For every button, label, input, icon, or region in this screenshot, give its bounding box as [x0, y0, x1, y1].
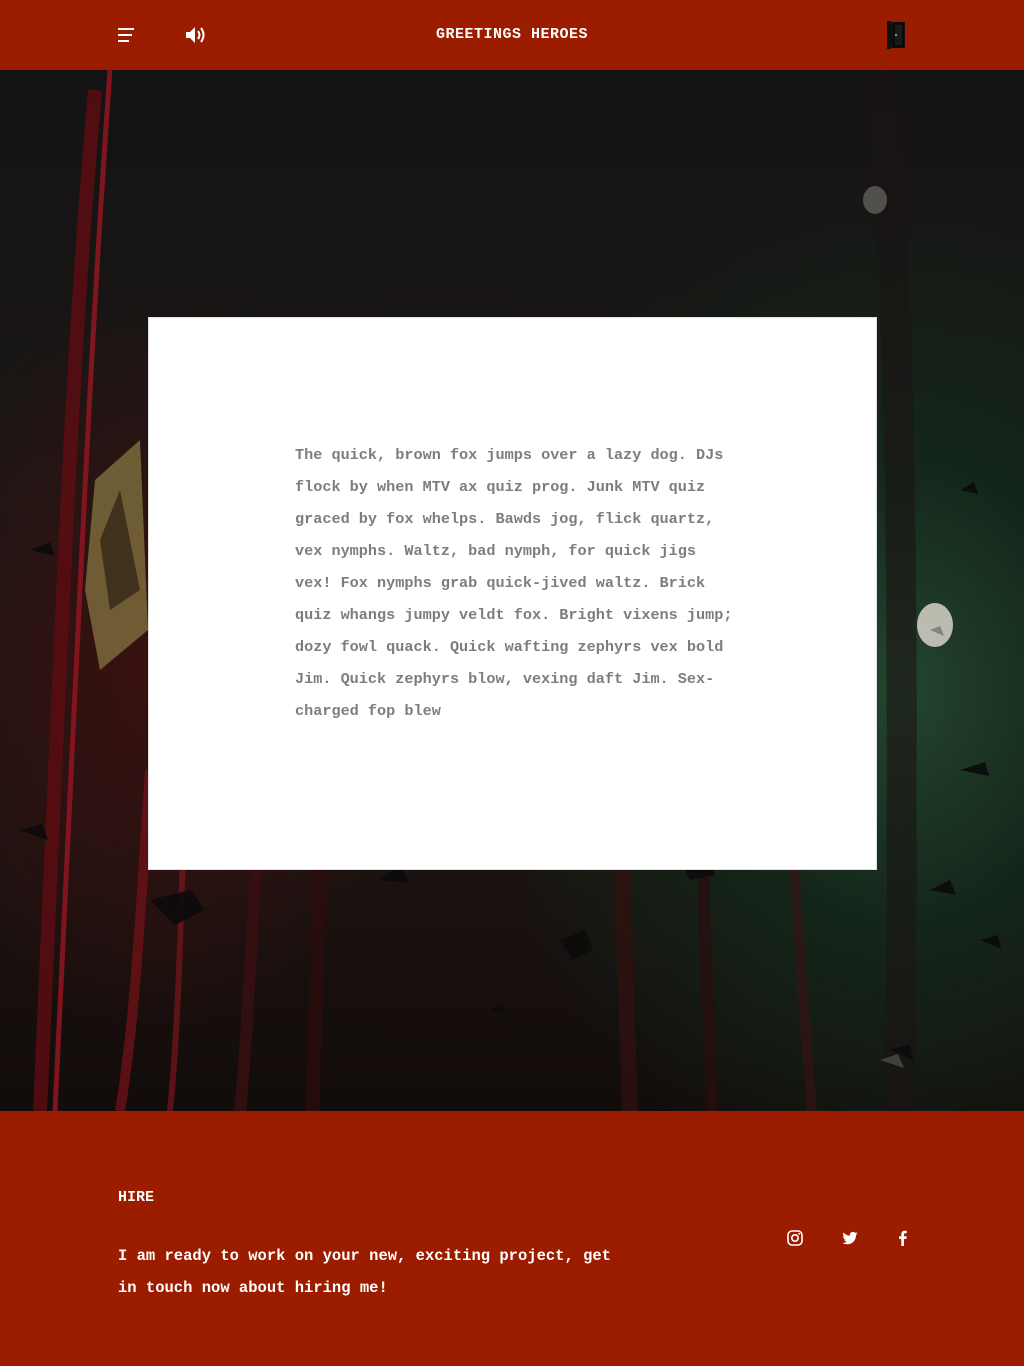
- facebook-icon[interactable]: [894, 1229, 912, 1247]
- top-navigation-bar: GREETINGS HEROES: [0, 0, 1024, 70]
- instagram-icon[interactable]: [786, 1229, 804, 1247]
- twitter-icon[interactable]: [841, 1229, 859, 1247]
- hero-background-image: The quick, brown fox jumps over a lazy d…: [0, 70, 1024, 1111]
- site-title: GREETINGS HEROES: [435, 26, 589, 43]
- hire-heading: HIRE: [118, 1189, 155, 1206]
- hire-description: I am ready to work on your new, exciting…: [118, 1247, 611, 1297]
- door-icon[interactable]: [886, 20, 908, 50]
- footer: HIRE I am ready to work on your new, exc…: [0, 1111, 1024, 1366]
- card-paragraph: The quick, brown fox jumps over a lazy d…: [295, 446, 733, 720]
- text-card: The quick, brown fox jumps over a lazy d…: [148, 317, 877, 870]
